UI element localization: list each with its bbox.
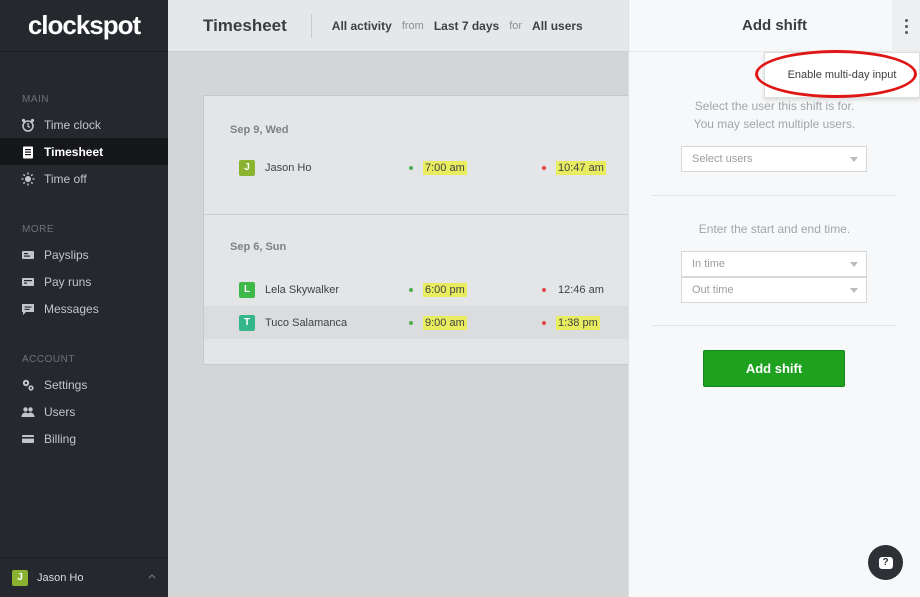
avatar: L <box>239 281 255 298</box>
current-user-name: Jason Ho <box>37 571 84 584</box>
table-row[interactable]: L Lela Skywalker 6:00 pm 12:46 am <box>204 273 628 306</box>
panel-title: Add shift <box>742 17 807 34</box>
from-label: from <box>401 19 424 32</box>
question-mark-icon: ? <box>878 556 893 569</box>
in-time-placeholder: In time <box>692 258 726 270</box>
payslip-icon <box>20 247 36 263</box>
sidebar: clockspot MAIN Time clock Timesheet Time… <box>0 0 168 597</box>
alarm-clock-icon <box>20 117 36 133</box>
section-label-more: MORE <box>22 224 54 235</box>
avatar: J <box>239 159 255 176</box>
caret-down-icon <box>850 157 858 162</box>
clock-out-value: 10:47 am <box>556 160 606 175</box>
sidebar-item-payslips[interactable]: Payslips <box>0 241 168 268</box>
table-row[interactable]: T Tuco Salamanca 9:00 am 1:38 pm <box>204 306 628 339</box>
sidebar-item-users[interactable]: Users <box>0 398 168 425</box>
credit-card-icon <box>20 431 36 447</box>
enable-multi-day-menu-item[interactable]: Enable multi-day input <box>764 52 920 98</box>
clock-out-time[interactable]: 12:46 am <box>542 283 606 297</box>
sidebar-item-messages[interactable]: Messages <box>0 295 168 322</box>
avatar: J <box>12 569 28 586</box>
divider <box>652 195 896 196</box>
clock-out-value: 12:46 am <box>558 283 604 296</box>
sun-icon <box>20 171 36 187</box>
users-select-placeholder: Select users <box>692 153 753 165</box>
add-shift-button[interactable]: Add shift <box>703 350 845 387</box>
date-group: Sep 6, Sun L Lela Skywalker 6:00 pm 12:4… <box>204 215 628 339</box>
sidebar-item-label: Timesheet <box>44 144 104 159</box>
page-header: Timesheet All activity from Last 7 days … <box>168 0 628 52</box>
sidebar-item-label: Pay runs <box>44 274 92 289</box>
table-row[interactable]: J Jason Ho 7:00 am 10:47 am <box>204 151 628 184</box>
clock-out-time[interactable]: 10:47 am <box>542 160 606 175</box>
caret-down-icon <box>850 262 858 267</box>
out-time-placeholder: Out time <box>692 284 734 296</box>
timesheet-icon <box>20 144 36 160</box>
out-status-dot <box>542 320 546 325</box>
sidebar-item-label: Time clock <box>44 117 101 132</box>
current-user-menu[interactable]: J Jason Ho <box>0 557 168 597</box>
in-time-select[interactable]: In time <box>681 251 867 277</box>
menu-item-label: Enable multi-day input <box>787 69 897 81</box>
sidebar-item-label: Users <box>44 404 76 419</box>
gears-icon <box>20 377 36 393</box>
for-label: for <box>509 19 523 32</box>
avatar: T <box>239 314 255 331</box>
more-options-icon[interactable] <box>892 0 920 52</box>
help-chat-button[interactable]: ? <box>868 545 903 580</box>
clock-in-time[interactable]: 9:00 am <box>409 315 467 330</box>
users-icon <box>20 404 36 420</box>
in-status-dot <box>409 320 413 325</box>
clock-out-time[interactable]: 1:38 pm <box>542 315 600 330</box>
select-user-help: Select the user this shift is for. You m… <box>629 97 920 133</box>
clock-in-value: 6:00 pm <box>423 282 467 297</box>
sidebar-item-settings[interactable]: Settings <box>0 371 168 398</box>
clock-in-time[interactable]: 6:00 pm <box>409 282 467 297</box>
sidebar-item-time-off[interactable]: Time off <box>0 165 168 192</box>
section-label-account: ACCOUNT <box>22 354 75 365</box>
caret-down-icon <box>850 288 858 293</box>
sidebar-item-label: Time off <box>44 171 87 186</box>
users-select[interactable]: Select users <box>681 146 867 172</box>
users-filter[interactable]: All users <box>532 19 583 33</box>
help-line: You may select multiple users. <box>693 117 856 131</box>
sidebar-item-billing[interactable]: Billing <box>0 425 168 452</box>
clock-out-value: 1:38 pm <box>556 315 600 330</box>
page-title: Timesheet <box>203 15 287 35</box>
employee-name[interactable]: Lela Skywalker <box>265 284 339 296</box>
header-divider <box>310 13 312 38</box>
in-status-dot <box>409 165 413 170</box>
panel-header: Add shift <box>629 0 920 52</box>
clock-in-value: 9:00 am <box>423 315 467 330</box>
app-logo[interactable]: clockspot <box>0 0 168 52</box>
pay-run-icon <box>20 274 36 290</box>
activity-filter[interactable]: All activity <box>332 19 392 33</box>
date-label: Sep 9, Wed <box>230 124 289 136</box>
out-status-dot <box>542 287 546 292</box>
help-line: Select the user this shift is for. <box>694 99 855 113</box>
in-status-dot <box>409 287 413 292</box>
section-label-main: MAIN <box>22 94 49 105</box>
timesheet-card: Sep 9, Wed J Jason Ho 7:00 am 10:47 am S… <box>203 95 628 365</box>
sidebar-item-label: Messages <box>44 301 99 316</box>
divider <box>652 325 896 326</box>
date-range-filter[interactable]: Last 7 days <box>434 19 499 33</box>
employee-name[interactable]: Tuco Salamanca <box>265 317 347 329</box>
sidebar-item-pay-runs[interactable]: Pay runs <box>0 268 168 295</box>
employee-name[interactable]: Jason Ho <box>265 162 311 174</box>
out-status-dot <box>542 165 546 170</box>
sidebar-item-label: Payslips <box>44 247 89 262</box>
sidebar-item-time-clock[interactable]: Time clock <box>0 111 168 138</box>
sidebar-item-label: Billing <box>44 431 77 446</box>
message-icon <box>20 301 36 317</box>
sidebar-item-label: Settings <box>44 377 88 392</box>
sidebar-item-timesheet[interactable]: Timesheet <box>0 138 168 165</box>
out-time-select[interactable]: Out time <box>681 277 867 303</box>
clock-in-value: 7:00 am <box>423 160 467 175</box>
date-group: Sep 9, Wed J Jason Ho 7:00 am 10:47 am <box>204 96 628 215</box>
clock-in-time[interactable]: 7:00 am <box>409 160 467 175</box>
chevron-up-icon <box>148 574 156 579</box>
time-help: Enter the start and end time. <box>698 222 851 236</box>
date-label: Sep 6, Sun <box>230 241 287 253</box>
